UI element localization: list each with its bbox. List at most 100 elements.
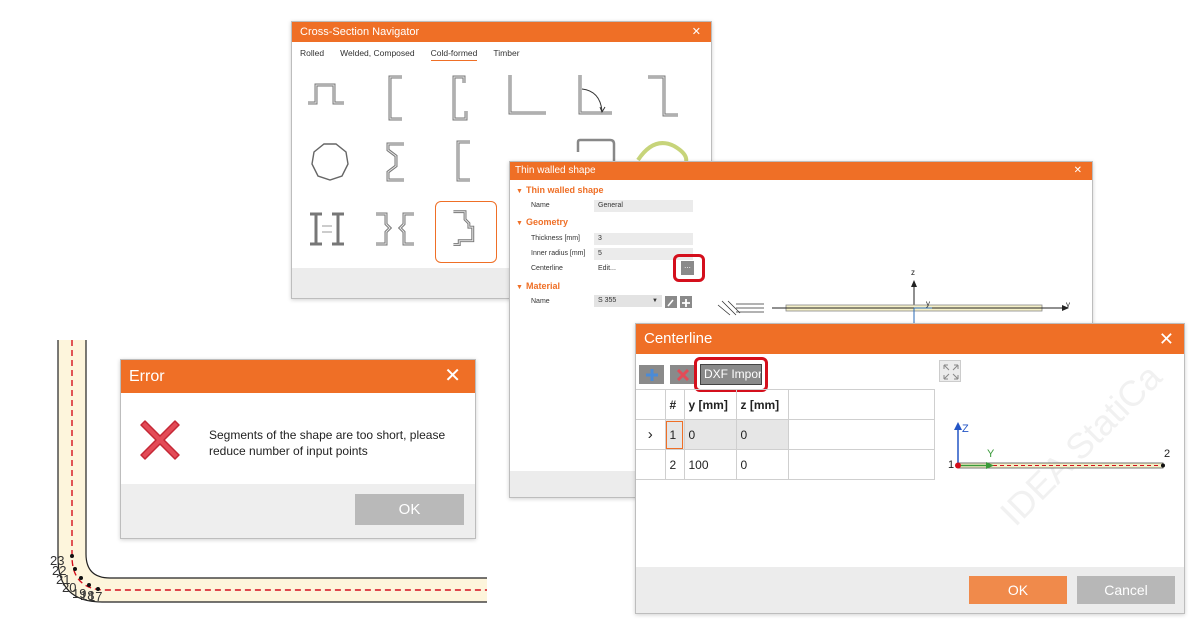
centerline-close-button[interactable]: ✕ — [1159, 324, 1174, 354]
point-label: 17 — [88, 589, 103, 604]
shape-hat-section[interactable] — [298, 69, 360, 131]
thickness-field[interactable]: 3 — [594, 233, 693, 245]
centerline-label: Centerline — [531, 265, 563, 272]
row-indicator-header — [636, 389, 666, 420]
preview-z-axis-label: z — [911, 268, 915, 277]
error-message: Segments of the shape are too short, ple… — [209, 428, 446, 458]
centerline-button-highlight — [673, 254, 705, 282]
add-point-button[interactable] — [639, 365, 664, 384]
column-header-index[interactable]: # — [664, 389, 685, 420]
cell-z[interactable]: 0 — [735, 449, 789, 480]
tab-cold-formed[interactable]: Cold-formed — [430, 48, 478, 61]
table-row[interactable]: 2 100 0 — [636, 449, 935, 480]
error-x-icon — [140, 420, 180, 460]
tab-timber[interactable]: Timber — [493, 48, 519, 61]
tab-welded-composed[interactable]: Welded, Composed — [340, 48, 415, 61]
delete-point-button[interactable] — [670, 365, 695, 384]
centerline-footer: OK Cancel — [636, 567, 1184, 613]
cell-z[interactable]: 0 — [735, 419, 789, 450]
shape-bent-angle[interactable] — [564, 69, 626, 131]
cell-index[interactable]: 2 — [664, 449, 685, 480]
row-selector[interactable] — [636, 449, 666, 480]
section-material[interactable]: ▼ Material — [516, 281, 560, 291]
centerline-preview — [954, 422, 1165, 469]
preview-z-axis-label: Z — [962, 423, 969, 435]
ok-button[interactable]: OK — [969, 576, 1067, 604]
section-thin-walled-shape[interactable]: ▼ Thin walled shape — [516, 185, 604, 195]
shape-z-section[interactable] — [632, 69, 694, 131]
column-header-y[interactable]: y [mm] — [683, 389, 737, 420]
thickness-label: Thickness [mm] — [531, 235, 581, 242]
navigator-close-button[interactable]: ✕ — [692, 22, 701, 42]
section-title: Geometry — [526, 217, 569, 227]
shape-lipped-channel[interactable] — [364, 69, 426, 131]
preview-y-axis-label: Y — [987, 448, 995, 460]
thin-walled-footer — [510, 471, 636, 497]
thin-walled-titlebar: Thin walled shape ✕ — [510, 162, 1092, 180]
pencil-icon — [667, 299, 674, 307]
error-footer: OK — [121, 484, 475, 538]
shape-double-channel[interactable] — [296, 198, 358, 260]
collapse-triangle-icon: ▼ — [516, 284, 523, 291]
section-geometry[interactable]: ▼ Geometry — [516, 217, 568, 227]
shape-angle-section[interactable] — [498, 69, 560, 131]
navigator-title: Cross-Section Navigator — [300, 26, 420, 38]
error-close-button[interactable]: ✕ — [444, 360, 461, 393]
preview-local-y-label: y — [926, 299, 930, 308]
shape-channel-section[interactable] — [432, 134, 494, 196]
cancel-button[interactable]: Cancel — [1077, 576, 1175, 604]
column-header-z[interactable]: z [mm] — [735, 389, 789, 420]
delete-x-icon — [676, 368, 689, 381]
column-header-empty — [787, 389, 935, 420]
cell-empty — [787, 449, 935, 480]
expand-icon — [943, 364, 959, 380]
cell-y[interactable]: 100 — [683, 449, 737, 480]
edit-material-button[interactable] — [665, 296, 677, 308]
preview-y-axis-label: y — [1066, 300, 1070, 309]
section-title: Thin walled shape — [526, 185, 604, 195]
error-ok-button[interactable]: OK — [355, 494, 464, 525]
shape-double-sigma[interactable] — [364, 198, 426, 260]
point-2-label: 2 — [1164, 448, 1171, 460]
collapse-triangle-icon: ▼ — [516, 220, 523, 227]
error-dialog: Error ✕ Segments of the shape are too sh… — [120, 359, 476, 539]
centerline-title: Centerline — [644, 330, 713, 347]
cell-empty — [787, 419, 935, 450]
point-1-label: 1 — [948, 459, 955, 471]
cell-y[interactable]: 0 — [683, 419, 737, 450]
cell-index[interactable]: 1 — [664, 419, 685, 450]
name-label: Name — [531, 202, 550, 209]
thin-walled-title: Thin walled shape — [515, 165, 596, 176]
error-title: Error — [129, 368, 165, 385]
table-row[interactable]: › 1 0 0 — [636, 419, 935, 450]
material-name-label: Name — [531, 298, 550, 305]
navigator-tabs: Rolled Welded, Composed Cold-formed Timb… — [300, 48, 520, 61]
collapse-triangle-icon: ▼ — [516, 188, 523, 195]
inner-radius-label: Inner radius [mm] — [531, 250, 586, 257]
maximize-preview-button[interactable] — [939, 360, 961, 382]
row-selector[interactable]: › — [636, 419, 666, 450]
centerline-edit-field[interactable]: Edit... — [594, 263, 672, 275]
tab-rolled[interactable]: Rolled — [300, 48, 324, 61]
add-material-button[interactable] — [680, 296, 692, 308]
dxf-import-highlight — [694, 357, 768, 392]
shape-polygon-section[interactable] — [300, 134, 362, 196]
centerline-titlebar: Centerline ✕ — [636, 324, 1184, 354]
material-select[interactable]: S 355 ▼ — [594, 295, 662, 307]
shape-c-section[interactable] — [430, 69, 492, 131]
points-table: # y [mm] z [mm] › 1 0 0 2 100 0 — [636, 389, 935, 480]
error-titlebar: Error ✕ — [121, 360, 475, 393]
plus-icon — [682, 299, 690, 307]
shape-general-selected[interactable] — [435, 201, 497, 263]
material-select-value: S 355 — [598, 297, 617, 304]
chevron-down-icon: ▼ — [652, 298, 658, 304]
partial-shapes-behind — [576, 138, 689, 162]
navigator-titlebar: Cross-Section Navigator ✕ — [292, 22, 711, 42]
point-label-list: 23 22 21 20 19 18 17 — [48, 553, 118, 608]
table-header-row: # y [mm] z [mm] — [636, 389, 935, 420]
section-title: Material — [526, 281, 561, 291]
chevron-right-icon: › — [647, 426, 653, 443]
name-field[interactable]: General — [594, 200, 693, 212]
thin-walled-close-button[interactable]: ✕ — [1074, 162, 1082, 180]
shape-sigma-section[interactable] — [364, 134, 426, 196]
